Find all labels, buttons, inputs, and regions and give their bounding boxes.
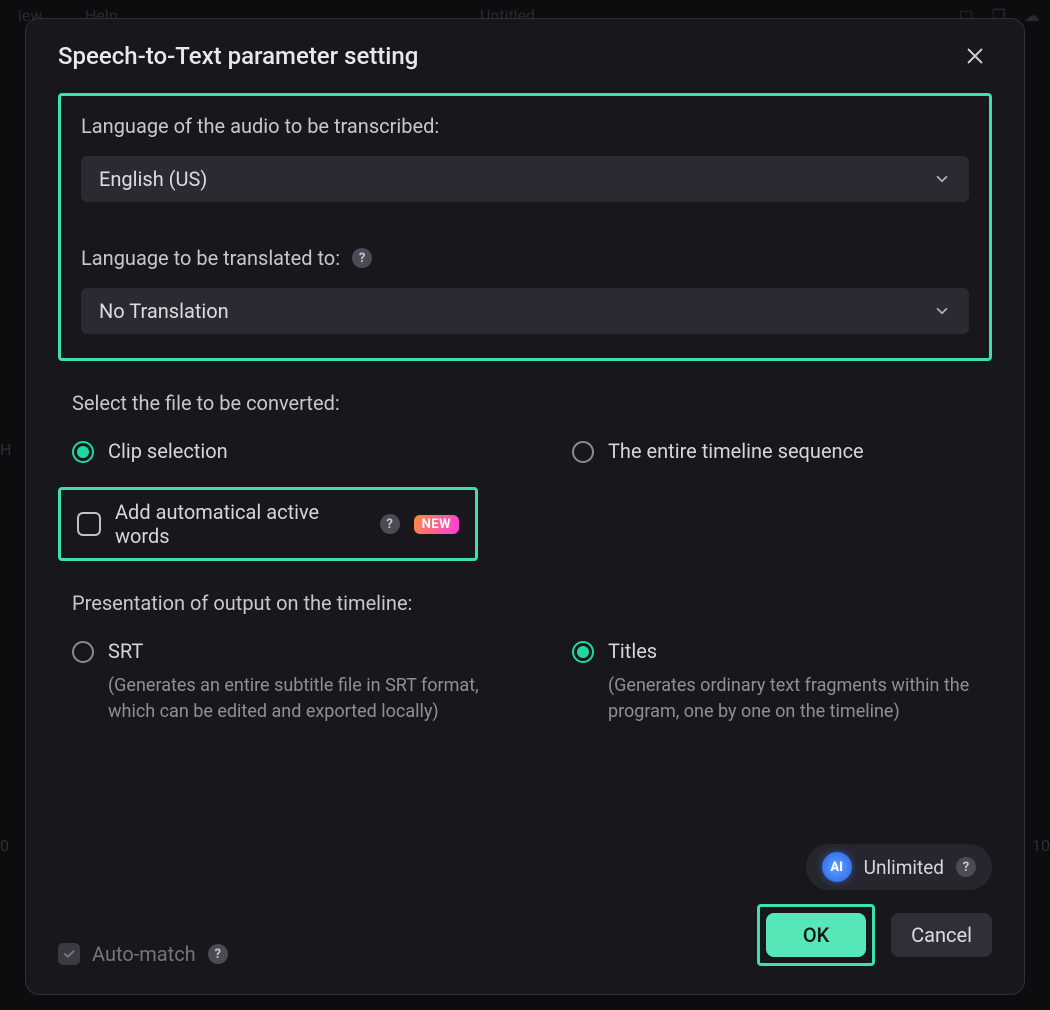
help-icon[interactable]: ?: [352, 248, 372, 268]
radio-clip-selection[interactable]: Clip selection: [72, 439, 492, 463]
output-label: Presentation of output on the timeline:: [72, 591, 992, 615]
check-icon: [62, 947, 76, 961]
radio-icon: [72, 641, 94, 663]
ai-badge-icon: AI: [822, 852, 852, 882]
bg-left-edge-text: H: [0, 440, 11, 459]
radio-srt-desc: (Generates an entire subtitle file in SR…: [108, 673, 492, 725]
help-icon[interactable]: ?: [380, 514, 400, 534]
audio-language-label: Language of the audio to be transcribed:: [81, 114, 969, 138]
translate-language-value: No Translation: [99, 299, 229, 323]
radio-titles-desc: (Generates ordinary text fragments withi…: [608, 673, 992, 725]
radio-icon: [72, 441, 94, 463]
auto-match-option[interactable]: Auto-match ?: [58, 942, 228, 966]
chevron-down-icon: [933, 302, 951, 320]
radio-titles-label: Titles: [608, 639, 992, 663]
radio-srt-label: SRT: [108, 639, 492, 663]
bg-timecode-right: 10: [1032, 836, 1050, 855]
radio-entire-timeline[interactable]: The entire timeline sequence: [572, 439, 992, 463]
auto-match-label: Auto-match: [92, 942, 196, 966]
cloud-icon: ☁: [1024, 6, 1040, 25]
help-icon[interactable]: ?: [208, 944, 228, 964]
radio-icon: [572, 441, 594, 463]
translate-language-select[interactable]: No Translation: [81, 288, 969, 334]
unlimited-label: Unlimited: [864, 856, 944, 879]
help-icon[interactable]: ?: [956, 857, 976, 877]
active-words-highlight: Add automatical active words ? NEW: [58, 487, 478, 561]
translate-language-label: Language to be translated to:: [81, 246, 340, 270]
language-settings-highlight: Language of the audio to be transcribed:…: [58, 93, 992, 361]
chevron-down-icon: [933, 170, 951, 188]
ok-button-highlight: OK: [757, 904, 875, 966]
stt-settings-modal: Speech-to-Text parameter setting Languag…: [25, 18, 1025, 995]
audio-language-value: English (US): [99, 167, 207, 191]
ok-button[interactable]: OK: [766, 913, 866, 957]
file-select-label: Select the file to be converted:: [72, 391, 992, 415]
new-badge: NEW: [414, 515, 459, 534]
radio-icon: [572, 641, 594, 663]
close-icon: [964, 45, 986, 67]
radio-clip-label: Clip selection: [108, 439, 228, 463]
active-words-checkbox[interactable]: [77, 512, 101, 536]
cancel-button[interactable]: Cancel: [891, 913, 992, 957]
ok-button-label: OK: [803, 923, 829, 947]
radio-srt[interactable]: SRT (Generates an entire subtitle file i…: [72, 639, 492, 725]
cancel-button-label: Cancel: [911, 923, 972, 947]
modal-title: Speech-to-Text parameter setting: [58, 42, 418, 70]
radio-titles[interactable]: Titles (Generates ordinary text fragment…: [572, 639, 992, 725]
bg-timecode-left: 0: [0, 836, 9, 855]
ai-unlimited-pill: AI Unlimited ?: [806, 844, 992, 890]
radio-timeline-label: The entire timeline sequence: [608, 439, 864, 463]
audio-language-select[interactable]: English (US): [81, 156, 969, 202]
auto-match-checkbox[interactable]: [58, 943, 80, 965]
active-words-label: Add automatical active words: [115, 500, 366, 548]
close-button[interactable]: [958, 39, 992, 73]
